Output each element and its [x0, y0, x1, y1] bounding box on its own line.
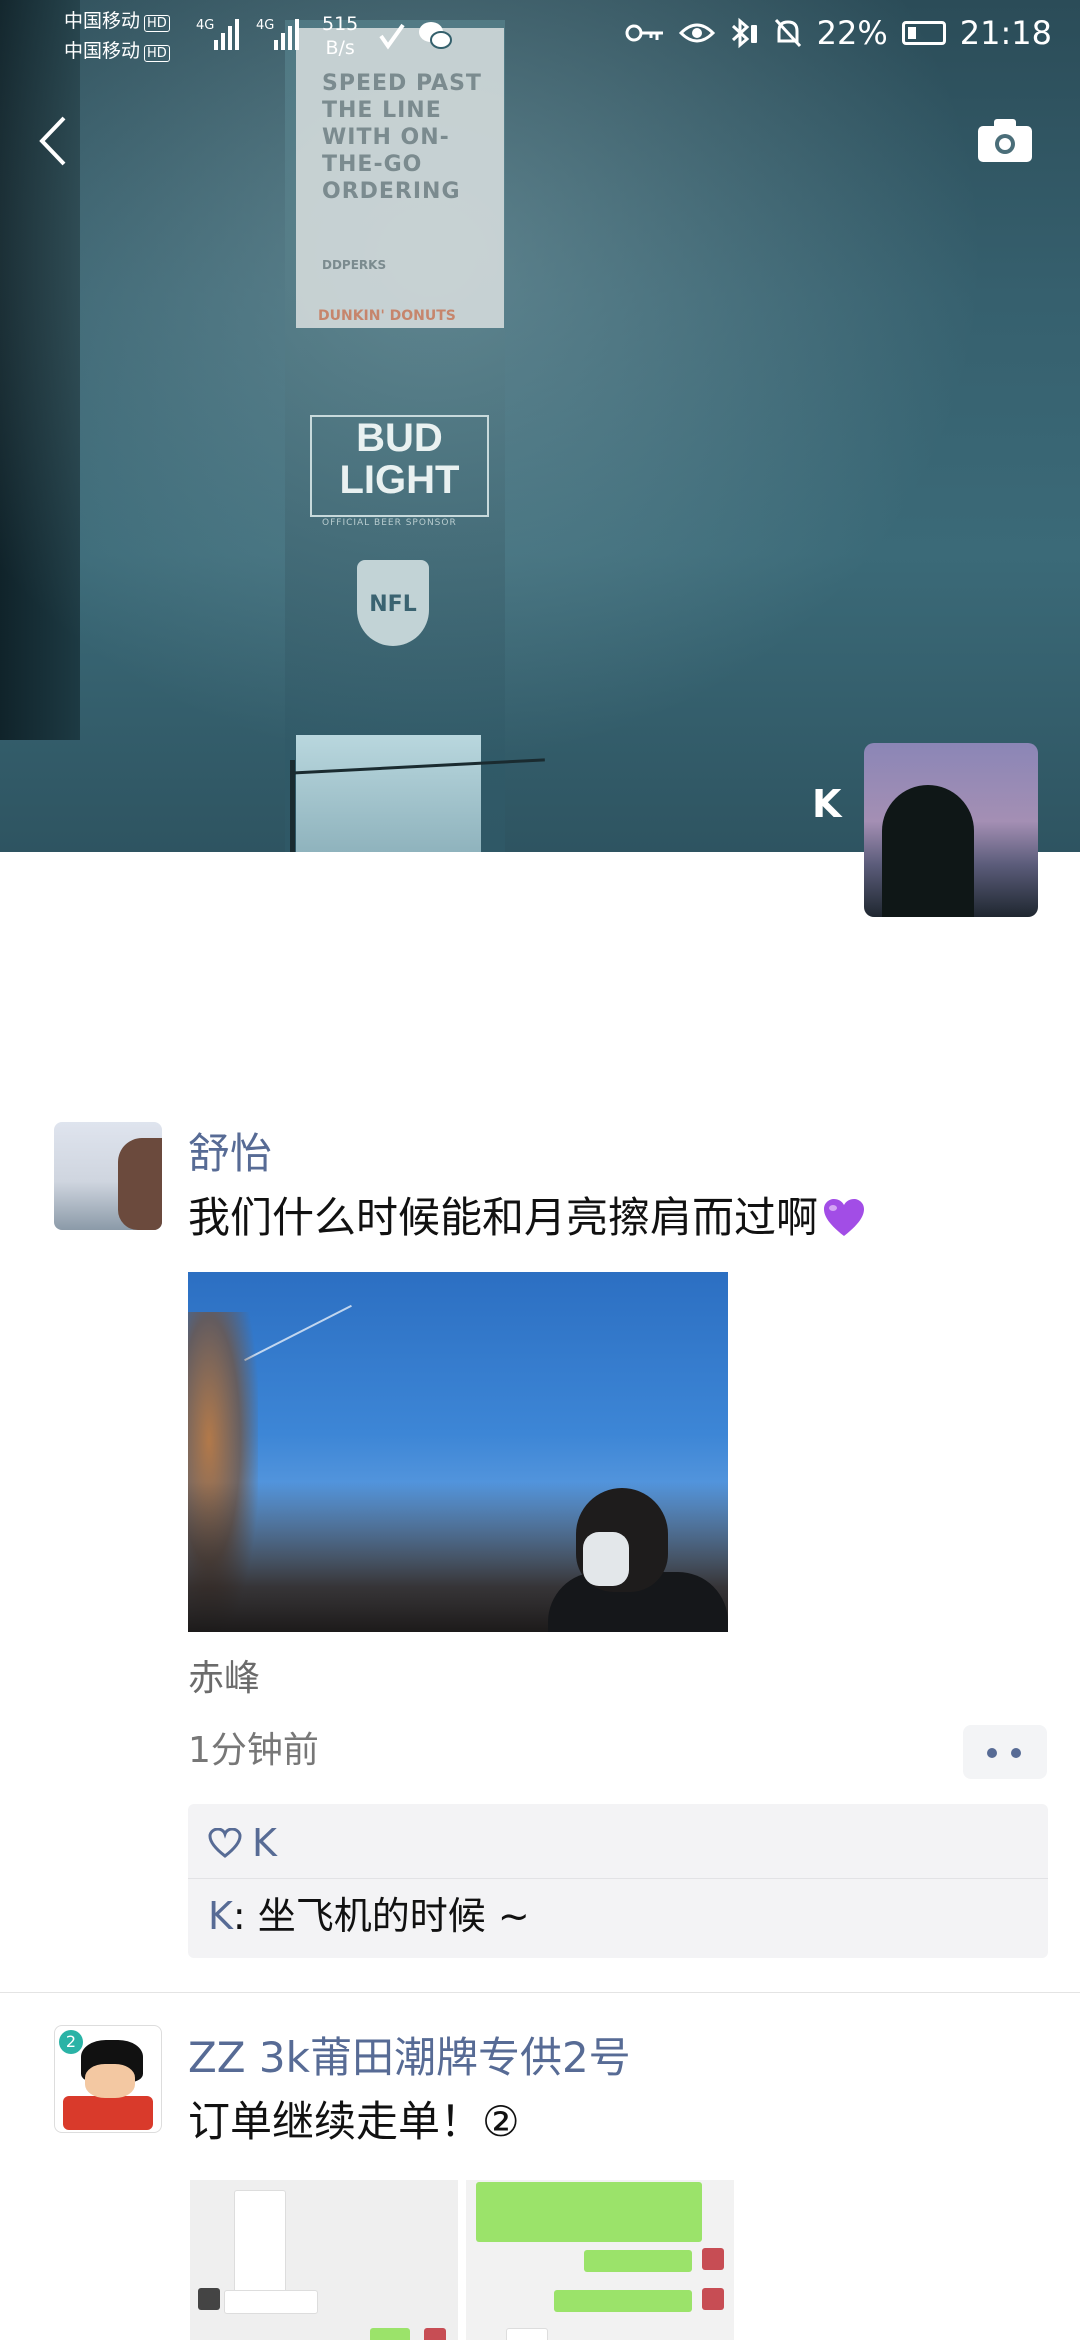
- cover-screen: [296, 735, 481, 852]
- chat-bubble: [224, 2290, 318, 2314]
- purple-heart-emoji: [824, 1199, 865, 1236]
- post-1-author[interactable]: 舒怡: [188, 1128, 272, 1180]
- status-bar: 中国移动 HD 中国移动 HD 4G 4G 515 B/s 22% 21:18: [0, 0, 1080, 72]
- chat-avatar: [702, 2248, 724, 2270]
- dot-1: [987, 1748, 997, 1758]
- carrier-1: 中国移动 HD: [64, 10, 170, 32]
- chat-avatar: [702, 2288, 724, 2310]
- net-speed-value: 515: [322, 13, 359, 35]
- network-type-1: 4G: [196, 18, 215, 33]
- eye-icon: [678, 23, 715, 43]
- post-1-text: 我们什么时候能和月亮擦肩而过啊: [188, 1193, 819, 1242]
- comment-author[interactable]: K: [208, 1894, 233, 1938]
- avatar-silhouette: [882, 785, 974, 917]
- likes-row: K: [208, 1818, 277, 1868]
- carrier-2-label: 中国移动: [64, 40, 141, 62]
- chat-bubble: [476, 2182, 702, 2242]
- cover-photo[interactable]: SPEED PAST THE LINE WITH ON-THE-GO ORDER…: [0, 0, 1080, 852]
- cover-billboard-text: SPEED PAST THE LINE WITH ON-THE-GO ORDER…: [322, 71, 482, 204]
- status-right-group: 22% 21:18: [625, 14, 1052, 52]
- avatar-figure: [118, 1138, 162, 1230]
- clock: 21:18: [959, 14, 1052, 52]
- chat-bubble: [554, 2290, 692, 2312]
- battery-icon: [901, 21, 946, 45]
- profile-avatar[interactable]: [864, 743, 1038, 917]
- back-icon[interactable]: [34, 114, 72, 168]
- chat-bubble: [584, 2250, 692, 2272]
- network-type-2: 4G: [256, 18, 275, 33]
- wechat-icon: [419, 22, 452, 49]
- post-divider: [0, 1992, 1080, 1993]
- post-1-comments-box: K K: 坐飞机的时候 ~: [188, 1804, 1048, 1958]
- avatar-part-1: [63, 2096, 153, 2130]
- photo-person-mask: [583, 1532, 629, 1586]
- key-icon: [625, 24, 663, 42]
- carrier-1-label: 中国移动: [64, 10, 141, 32]
- hd-badge-2: HD: [144, 45, 170, 62]
- chat-bubble: [234, 2190, 286, 2302]
- cover-bud-light-sign: BUD LIGHT: [310, 415, 489, 517]
- net-speed: 515 B/s: [322, 12, 358, 60]
- post-1-location[interactable]: 赤峰: [188, 1656, 260, 1702]
- chat-avatar: [424, 2328, 446, 2340]
- post-2-author[interactable]: ZZ 3k莆田潮牌专供2号: [188, 2032, 631, 2084]
- more-dots-icon[interactable]: [963, 1725, 1047, 1779]
- likes-divider: [188, 1878, 1048, 1879]
- chat-bubble: [370, 2328, 410, 2340]
- chat-avatar: [198, 2288, 220, 2310]
- signal-bars-1-icon: [214, 14, 239, 50]
- signal-bars-2-icon: [274, 14, 299, 50]
- comment-text: : 坐飞机的时候 ~: [232, 1894, 530, 1938]
- post-2-text: 订单继续走单！②: [188, 2097, 520, 2146]
- comment-row[interactable]: K: 坐飞机的时候 ~: [208, 1892, 530, 1940]
- carrier-2: 中国移动 HD: [64, 40, 170, 62]
- cover-haze: [0, 0, 1080, 852]
- net-speed-unit: B/s: [325, 37, 355, 59]
- check-icon: [379, 23, 405, 50]
- post-1-time: 1分钟前: [188, 1730, 319, 1771]
- heart-outline-icon: [208, 1828, 242, 1858]
- post-2-photo-1[interactable]: [190, 2180, 458, 2340]
- cover-billboard-brand: DUNKIN' DONUTS: [318, 308, 456, 324]
- photo-contrail: [244, 1304, 352, 1362]
- bluetooth-icon: [731, 17, 757, 49]
- cover-nfl-logo: NFL: [357, 560, 429, 646]
- mute-bell-icon: [774, 18, 801, 48]
- battery-percent: 22%: [816, 14, 888, 52]
- post-2-avatar-badge: 2: [59, 2030, 83, 2054]
- chat-bubble: [506, 2328, 548, 2340]
- dot-2: [1011, 1748, 1021, 1758]
- post-2-avatar[interactable]: 2: [54, 2025, 162, 2133]
- post-1-text-line: 我们什么时候能和月亮擦肩而过啊: [188, 1192, 866, 1244]
- profile-name: K: [812, 782, 842, 826]
- hd-badge-1: HD: [144, 15, 170, 32]
- like-name[interactable]: K: [252, 1821, 277, 1865]
- avatar-part-3: [85, 2064, 135, 2098]
- camera-icon[interactable]: [976, 116, 1034, 164]
- cover-billboard-sub: DDPERKS: [322, 258, 387, 272]
- post-1-photo[interactable]: [188, 1272, 728, 1632]
- post-2-photo-2[interactable]: [466, 2180, 734, 2340]
- post-1-avatar[interactable]: [54, 1122, 162, 1230]
- cover-bud-sub: OFFICIAL BEER SPONSOR: [322, 518, 457, 528]
